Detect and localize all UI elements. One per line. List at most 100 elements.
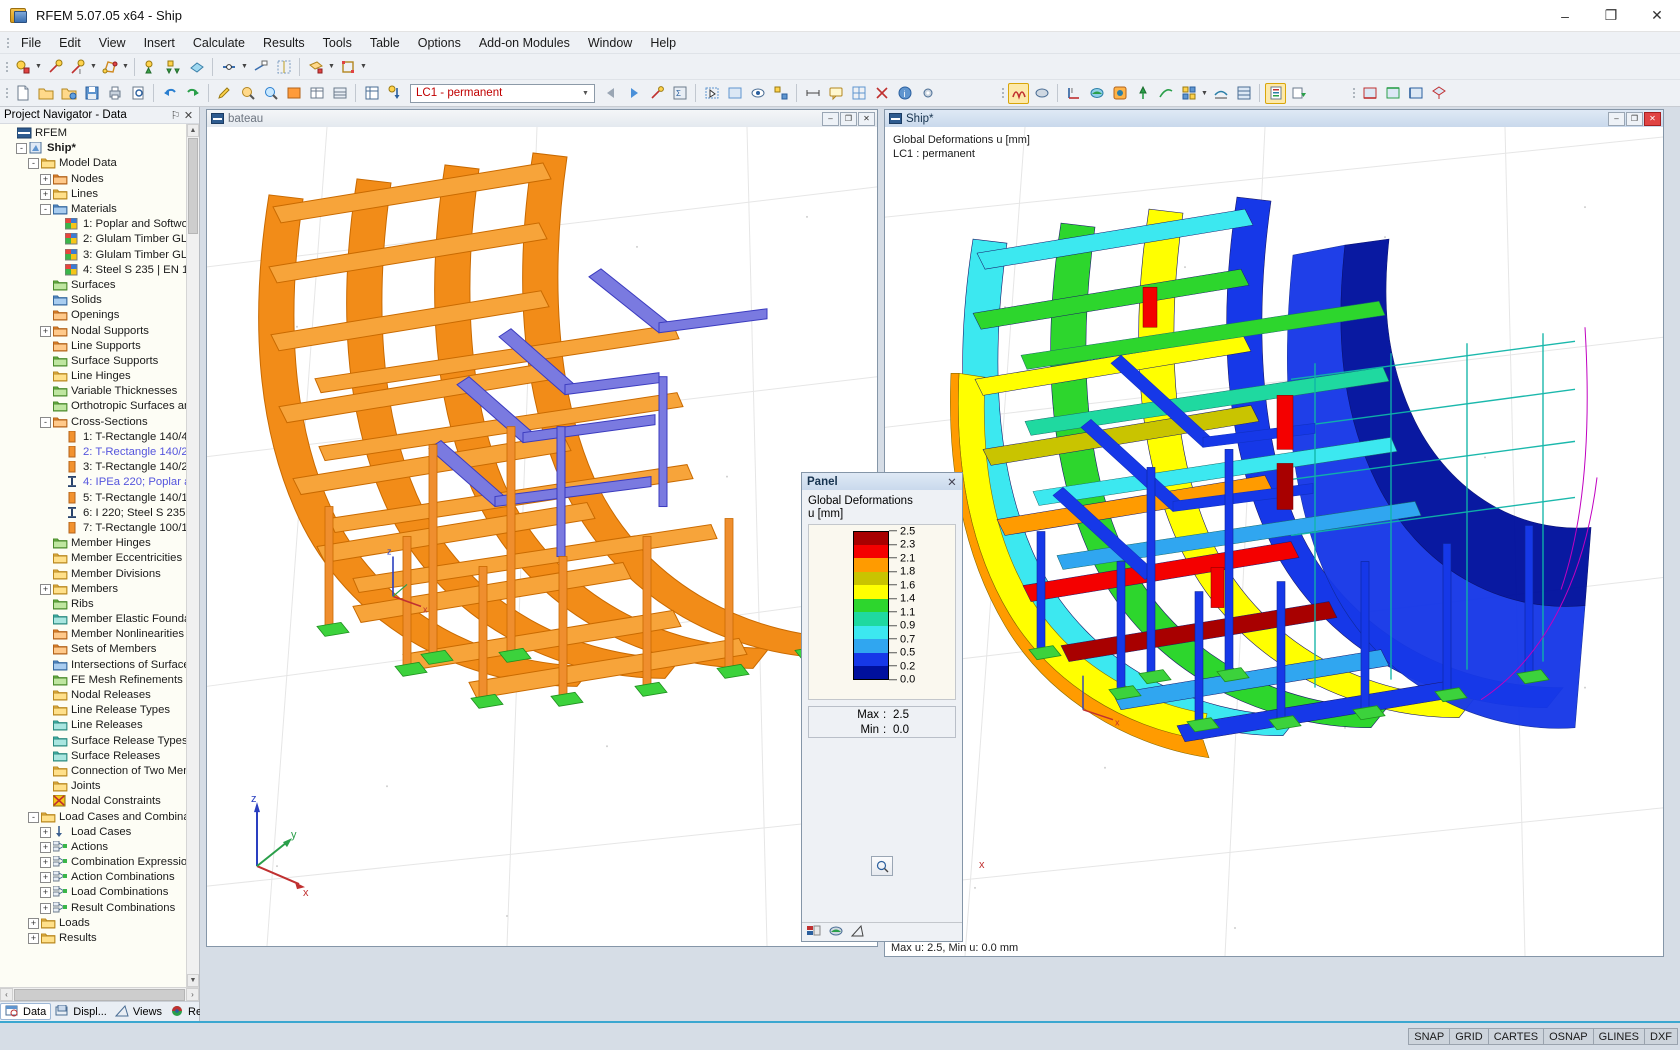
navigator-close-icon[interactable]: ✕ [182, 109, 195, 122]
zoom-window-button[interactable] [260, 83, 281, 104]
info-button[interactable]: i [894, 83, 915, 104]
bateau-maximize[interactable]: ❐ [840, 111, 857, 126]
result-diagram-button[interactable] [1155, 83, 1176, 104]
tree-item[interactable]: Nodal Releases [0, 688, 199, 703]
menu-addon-modules[interactable]: Add-on Modules [470, 34, 579, 52]
expand-icon[interactable]: + [28, 933, 39, 945]
status-grid[interactable]: GRID [1449, 1028, 1489, 1045]
printout-report-button[interactable] [1265, 82, 1286, 104]
zoom-in-button[interactable] [237, 83, 258, 104]
new-member-dropdown-icon[interactable]: ▼ [89, 56, 98, 77]
select-objects-button[interactable] [701, 83, 722, 104]
menu-file[interactable]: File [12, 34, 50, 52]
collapse-icon[interactable]: - [40, 416, 51, 428]
tree-item[interactable]: Member Hinges [0, 536, 199, 551]
ship-canvas[interactable]: x x Global Deformations u [mm] LC1 : per… [885, 127, 1663, 956]
tree-item[interactable]: Openings [0, 308, 199, 323]
comment-button[interactable] [825, 83, 846, 104]
tree-item[interactable]: Orthotropic Surfaces and [0, 399, 199, 414]
groups-button[interactable] [770, 83, 791, 104]
close-button[interactable]: ✕ [1634, 0, 1680, 32]
tree-item[interactable]: Member Eccentricities [0, 551, 199, 566]
expand-icon[interactable]: + [40, 841, 51, 853]
legend-color-cell[interactable] [853, 531, 889, 545]
tree-item[interactable]: Connection of Two Mem [0, 764, 199, 779]
tree-item[interactable]: + Loads [0, 916, 199, 931]
tree-item[interactable]: Line Releases [0, 718, 199, 733]
redo-button[interactable] [182, 83, 203, 104]
tree-item[interactable]: Member Divisions [0, 566, 199, 581]
undo-button[interactable] [159, 83, 180, 104]
visibility-button[interactable] [747, 83, 768, 104]
load-case-combo[interactable]: LC1 - permanent ▼ [410, 83, 595, 103]
expand-icon[interactable]: + [40, 857, 51, 869]
legend-color-cell[interactable] [853, 585, 889, 599]
scroll-thumb[interactable] [188, 138, 198, 234]
new-node-dropdown-icon[interactable]: ▼ [34, 56, 43, 77]
tree-item[interactable]: 4: IPEa 220; Poplar an [0, 475, 199, 490]
new-member-button[interactable]: I [67, 56, 88, 77]
tree-item[interactable]: 1: Poplar and Softwoo [0, 217, 199, 232]
window-bateau[interactable]: bateau – ❐ ✕ z x z x y [206, 109, 878, 947]
hscroll-left-icon[interactable]: ‹ [0, 988, 13, 1001]
show-results-button[interactable] [1008, 82, 1029, 104]
dimension-button[interactable] [802, 83, 823, 104]
expand-icon[interactable]: + [28, 917, 39, 929]
ship-3d-view[interactable]: x x [885, 127, 1663, 956]
tree-item[interactable]: - Ship* [0, 141, 199, 156]
menu-results[interactable]: Results [254, 34, 314, 52]
result-sections-dropdown-icon[interactable]: ▼ [1200, 83, 1209, 104]
view-iso-button[interactable] [1428, 83, 1449, 104]
tree-item[interactable]: Sets of Members [0, 642, 199, 657]
surface-load-dropdown-icon[interactable]: ▼ [327, 56, 336, 77]
tree-item[interactable]: + Combination Expressions [0, 855, 199, 870]
bateau-minimize[interactable]: – [822, 111, 839, 126]
tree-item[interactable]: Solids [0, 293, 199, 308]
menu-insert[interactable]: Insert [135, 34, 184, 52]
tree-item[interactable]: 4: Steel S 235 | EN 100 [0, 263, 199, 278]
menu-calculate[interactable]: Calculate [184, 34, 254, 52]
tree-item[interactable]: FE Mesh Refinements [0, 673, 199, 688]
menu-tools[interactable]: Tools [314, 34, 361, 52]
surface-support-button[interactable] [186, 56, 207, 77]
nodal-support-button[interactable] [140, 56, 161, 77]
expand-icon[interactable]: + [40, 188, 51, 200]
expand-icon[interactable]: + [40, 902, 51, 914]
status-snap[interactable]: SNAP [1408, 1028, 1451, 1045]
member-hinge-button[interactable] [218, 56, 239, 77]
tree-item[interactable]: + Lines [0, 187, 199, 202]
factors-icon[interactable] [829, 925, 843, 940]
tree-item[interactable]: - Cross-Sections [0, 415, 199, 430]
tree-item[interactable]: - Model Data [0, 156, 199, 171]
tree-item[interactable]: 2: T-Rectangle 140/22 [0, 445, 199, 460]
support-reactions-button[interactable] [1132, 83, 1153, 104]
cut-button[interactable] [871, 83, 892, 104]
solid-results-button[interactable] [1109, 83, 1130, 104]
colors-icon[interactable] [807, 925, 821, 940]
expand-icon[interactable]: + [40, 872, 51, 884]
legend-color-cell[interactable] [853, 652, 889, 666]
grid-table-button[interactable] [329, 83, 350, 104]
next-load-case-button[interactable] [623, 83, 644, 104]
legend-color-cell[interactable] [853, 612, 889, 626]
maximize-button[interactable]: ❐ [1588, 0, 1634, 32]
menu-edit[interactable]: Edit [50, 34, 90, 52]
tree-item[interactable]: 1: T-Rectangle 140/48 [0, 430, 199, 445]
tree-item[interactable]: Line Release Types [0, 703, 199, 718]
expand-icon[interactable]: + [40, 826, 51, 838]
tree-item[interactable]: Variable Thicknesses [0, 384, 199, 399]
navigator-tree[interactable]: ▲ ▼ RFEM - Ship* - Model Data + Nodes + Lines - Ma… [0, 124, 199, 987]
hscroll-right-icon[interactable]: › [186, 988, 199, 1001]
view-side-button[interactable] [1405, 83, 1426, 104]
ship-titlebar[interactable]: Ship* – ❐ ✕ [885, 110, 1663, 127]
collapse-icon[interactable]: - [28, 158, 39, 170]
tree-item[interactable]: + Members [0, 582, 199, 597]
edit-mode-button[interactable] [214, 83, 235, 104]
tree-item[interactable]: + Load Cases [0, 825, 199, 840]
result-sections-button[interactable] [1178, 83, 1199, 104]
legend-color-cell[interactable] [853, 639, 889, 653]
tree-item[interactable]: Member Nonlinearities [0, 627, 199, 642]
expand-icon[interactable]: + [40, 173, 51, 185]
load-wizard-button[interactable] [646, 83, 667, 104]
new-file-button[interactable] [12, 83, 33, 104]
